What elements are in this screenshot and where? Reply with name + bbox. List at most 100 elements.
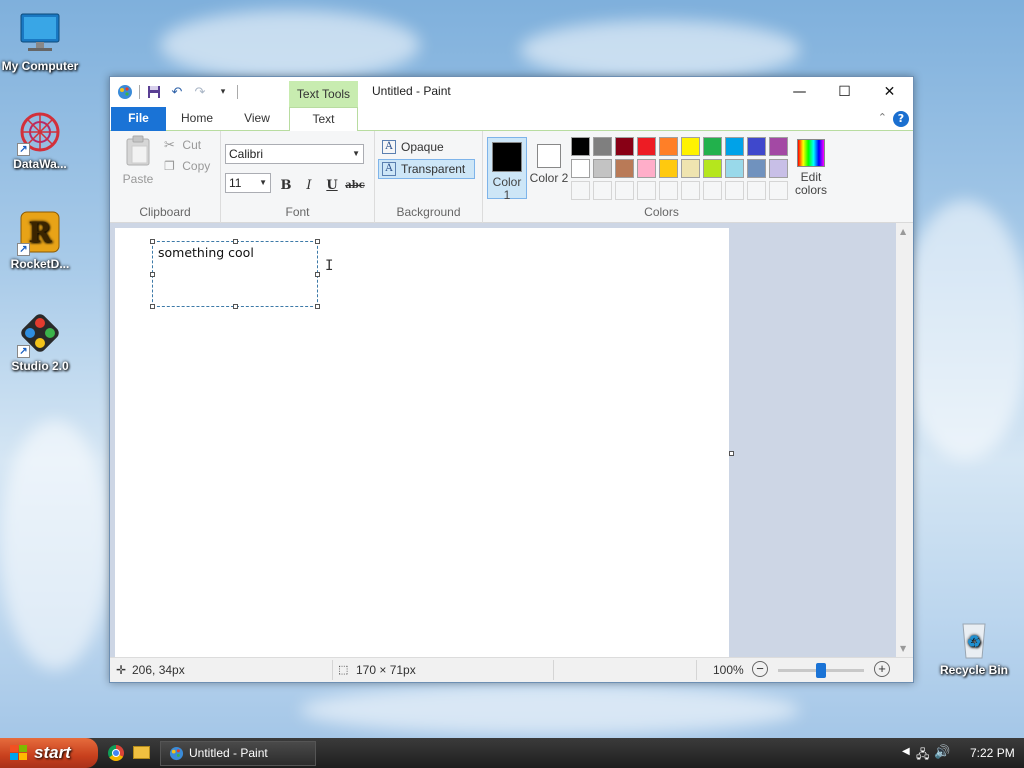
paste-button[interactable]: Paste [118, 135, 158, 189]
palette-color-swatch[interactable] [703, 159, 722, 178]
palette-empty-swatch[interactable] [681, 181, 700, 200]
vertical-scrollbar[interactable]: ▲ ▼ [896, 223, 913, 657]
palette-color-swatch[interactable] [703, 137, 722, 156]
undo-icon[interactable]: ↶ [168, 83, 186, 101]
monitor-icon [17, 12, 63, 58]
underline-button[interactable]: U [322, 176, 342, 196]
palette-color-swatch[interactable] [659, 137, 678, 156]
clipboard-group-label: Clipboard [139, 205, 191, 219]
drawing-canvas[interactable]: something cool I [115, 228, 729, 657]
text-box[interactable]: something cool [150, 239, 320, 309]
palette-color-swatch[interactable] [725, 159, 744, 178]
maximize-button[interactable]: ☐ [822, 77, 867, 107]
zoom-slider-thumb[interactable] [816, 663, 826, 678]
transparent-option[interactable]: A Transparent [378, 159, 475, 179]
tab-file[interactable]: File [111, 107, 166, 131]
palette-color-swatch[interactable] [747, 159, 766, 178]
palette-color-swatch[interactable] [637, 137, 656, 156]
opaque-option[interactable]: A Opaque [378, 137, 475, 157]
zoom-out-icon[interactable]: − [752, 661, 768, 677]
palette-empty-swatch[interactable] [615, 181, 634, 200]
bold-button[interactable]: B [276, 176, 296, 196]
palette-color-swatch[interactable] [769, 137, 788, 156]
palette-color-swatch[interactable] [769, 159, 788, 178]
resize-handle[interactable] [315, 239, 320, 244]
color-1-button[interactable]: Color 1 [487, 137, 527, 202]
palette-color-swatch[interactable] [747, 137, 766, 156]
palette-color-swatch[interactable] [659, 159, 678, 178]
tab-view[interactable]: View [230, 107, 284, 131]
palette-color-swatch[interactable] [571, 159, 590, 178]
palette-empty-swatch[interactable] [637, 181, 656, 200]
resize-handle[interactable] [150, 304, 155, 309]
text-box-content[interactable]: something cool [158, 245, 254, 260]
chrome-icon[interactable] [108, 745, 124, 761]
folder-icon[interactable] [133, 746, 150, 759]
minimize-button[interactable]: — [777, 77, 822, 107]
clock[interactable]: 7:22 PM [970, 746, 1015, 760]
zoom-slider[interactable] [778, 663, 864, 678]
resize-handle[interactable] [150, 239, 155, 244]
font-size-dropdown[interactable]: 11 ▼ [225, 173, 271, 193]
palette-color-swatch[interactable] [681, 137, 700, 156]
collapse-ribbon-icon[interactable]: ⌃ [878, 111, 887, 124]
palette-empty-swatch[interactable] [571, 181, 590, 200]
start-label: start [34, 743, 71, 762]
resize-handle[interactable] [315, 304, 320, 309]
color-1-swatch [492, 142, 522, 172]
paint-app-icon[interactable] [116, 83, 134, 101]
zoom-in-icon[interactable]: + [874, 661, 890, 677]
status-separator [696, 660, 697, 680]
desktop-icon-datawatch[interactable]: ↗ DataWa... [0, 110, 80, 171]
volume-icon[interactable]: 🔊 [934, 744, 950, 760]
desktop-icon-rocket[interactable]: R ↗ RocketD... [0, 210, 80, 271]
palette-color-swatch[interactable] [593, 137, 612, 156]
color-2-button[interactable]: Color 2 [529, 137, 569, 199]
start-button[interactable]: start [0, 738, 98, 768]
clipboard-group: Paste ✂ Cut ❐ Copy Clipboard [110, 131, 221, 223]
copy-button[interactable]: ❐ Copy [164, 159, 210, 177]
redo-icon[interactable]: ↷ [191, 83, 209, 101]
palette-empty-swatch[interactable] [725, 181, 744, 200]
canvas-resize-handle[interactable] [729, 451, 734, 456]
opaque-label: Opaque [401, 140, 444, 154]
strikethrough-button[interactable]: abc [345, 176, 365, 196]
palette-color-swatch[interactable] [637, 159, 656, 178]
resize-handle[interactable] [233, 239, 238, 244]
palette-color-swatch[interactable] [725, 137, 744, 156]
tab-home[interactable]: Home [170, 107, 224, 131]
palette-color-swatch[interactable] [615, 159, 634, 178]
palette-color-swatch[interactable] [615, 137, 634, 156]
tray-expand-icon[interactable]: ◀ [902, 746, 910, 757]
italic-button[interactable]: I [299, 176, 319, 196]
transparent-label: Transparent [401, 162, 466, 176]
palette-empty-swatch[interactable] [769, 181, 788, 200]
font-family-dropdown[interactable]: Calibri ▼ [225, 144, 364, 164]
qat-separator [139, 85, 140, 99]
edit-colors-button[interactable]: Edit colors [791, 139, 831, 197]
resize-handle[interactable] [150, 272, 155, 277]
palette-empty-swatch[interactable] [659, 181, 678, 200]
palette-color-swatch[interactable] [593, 159, 612, 178]
taskbar-item-paint[interactable]: Untitled - Paint [160, 741, 316, 766]
desktop-icon-recycle-bin[interactable]: ♻ Recycle Bin [934, 616, 1014, 677]
ribbon: Paste ✂ Cut ❐ Copy Clipboard Calibri ▼ 1… [110, 131, 913, 223]
resize-handle[interactable] [233, 304, 238, 309]
palette-color-swatch[interactable] [681, 159, 700, 178]
help-icon[interactable]: ? [893, 111, 909, 127]
palette-empty-swatch[interactable] [703, 181, 722, 200]
tab-text[interactable]: Text [289, 107, 358, 132]
desktop-icon-my-computer[interactable]: My Computer [0, 12, 80, 73]
scroll-down-icon[interactable]: ▼ [900, 644, 906, 653]
save-icon[interactable] [145, 83, 163, 101]
palette-empty-swatch[interactable] [747, 181, 766, 200]
resize-handle[interactable] [315, 272, 320, 277]
desktop-icon-studio[interactable]: ↗ Studio 2.0 [0, 312, 80, 373]
cut-button[interactable]: ✂ Cut [164, 137, 201, 155]
palette-empty-swatch[interactable] [593, 181, 612, 200]
customize-icon[interactable]: ▾ [214, 83, 232, 101]
close-button[interactable]: ✕ [867, 77, 912, 107]
palette-color-swatch[interactable] [571, 137, 590, 156]
scroll-up-icon[interactable]: ▲ [900, 227, 906, 236]
network-icon[interactable]: 🖧 [916, 745, 929, 766]
